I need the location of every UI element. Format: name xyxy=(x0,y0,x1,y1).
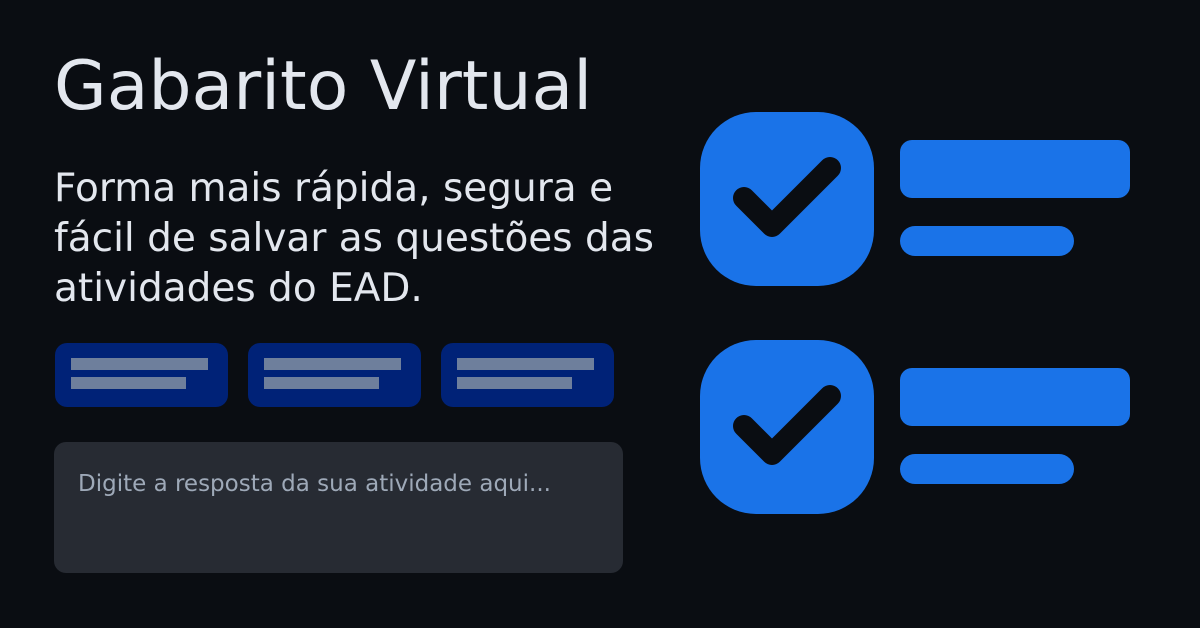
text-placeholder-bar xyxy=(900,226,1074,256)
checklist-illustration xyxy=(700,112,1132,514)
page-title: Gabarito Virtual xyxy=(54,47,593,126)
checkbox-checked xyxy=(700,340,874,514)
checklist-item xyxy=(700,340,1132,514)
text-placeholder-bar xyxy=(900,140,1130,198)
checklist-item xyxy=(700,112,1132,286)
checkmark-icon xyxy=(733,385,841,465)
page-subtitle: Forma mais rápida, segura e fácil de sal… xyxy=(54,166,654,311)
answer-input[interactable] xyxy=(54,442,623,573)
text-placeholder-line xyxy=(264,358,401,370)
text-placeholder-line xyxy=(264,377,379,389)
checkmark-icon xyxy=(733,157,841,237)
checkbox-checked xyxy=(700,112,874,286)
placeholder-card[interactable] xyxy=(248,343,421,407)
placeholder-card[interactable] xyxy=(441,343,614,407)
text-placeholder-line xyxy=(71,358,208,370)
placeholder-card[interactable] xyxy=(55,343,228,407)
text-placeholder-bar xyxy=(900,454,1074,484)
text-placeholder-line xyxy=(71,377,186,389)
text-placeholder-bar xyxy=(900,368,1130,426)
text-placeholder-line xyxy=(457,358,594,370)
text-placeholder-line xyxy=(457,377,572,389)
placeholder-card-group xyxy=(55,343,614,407)
